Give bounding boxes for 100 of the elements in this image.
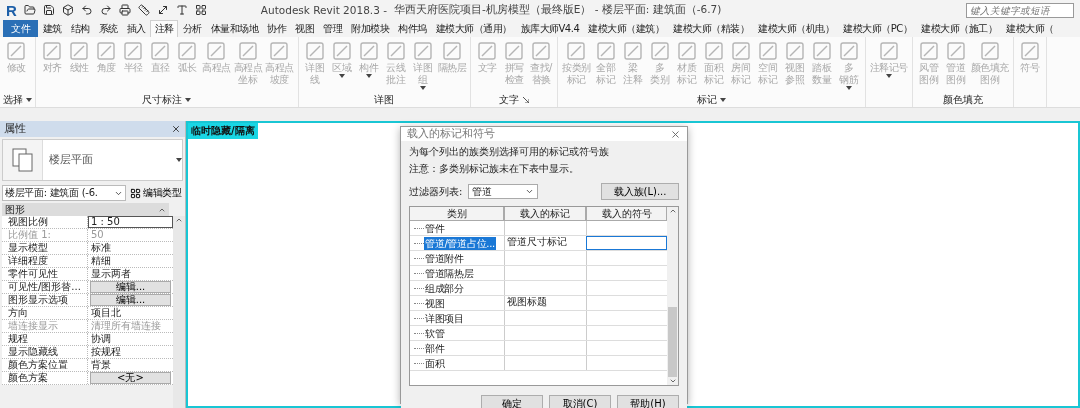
panel-title[interactable]: 尺寸标注 [142, 92, 192, 107]
scroll-up-icon[interactable] [668, 207, 677, 215]
edit-button[interactable]: 编辑... [90, 294, 171, 306]
tag-cell[interactable]: 视图标题 [504, 296, 586, 310]
tool-icon [176, 40, 198, 62]
save-icon[interactable] [42, 4, 55, 16]
text-icon[interactable] [175, 4, 188, 16]
tool-icon [149, 40, 171, 62]
undo-icon[interactable] [80, 4, 93, 16]
category-cell[interactable]: 视图 [424, 296, 446, 310]
property-value: 协调 [90, 333, 112, 345]
ribbon-tab[interactable]: 建模大师（精装） [668, 20, 754, 37]
symbol-input-field[interactable] [586, 236, 667, 250]
ribbon-tab[interactable]: 系统 [94, 20, 122, 37]
folder-icon[interactable] [23, 4, 36, 16]
filter-dropdown[interactable]: 管道 [468, 184, 539, 199]
edit-button[interactable]: 编辑... [90, 281, 171, 293]
edit-button[interactable]: <无> [90, 372, 171, 384]
scroll-up-icon[interactable] [175, 216, 183, 224]
search-field[interactable]: 键入关键字或短语 [966, 2, 1074, 18]
panel-title: 文字 [499, 92, 519, 107]
app-logo[interactable]: R [6, 1, 17, 19]
category-cell[interactable]: 管道/管道占位... [424, 236, 496, 250]
ribbon-tab[interactable]: 注释 [150, 20, 178, 37]
ribbon-tab[interactable]: 建模大师（ [1001, 20, 1059, 37]
ribbon-tab[interactable]: 视图 [290, 20, 319, 37]
tool-icon [384, 40, 407, 62]
property-name: 显示模型 [2, 242, 88, 254]
category-cell[interactable]: 管道附件 [424, 251, 465, 265]
ribbon-tab[interactable]: 管理 [318, 20, 347, 37]
dialog-button[interactable]: 取消(C) [549, 395, 611, 408]
tool-icon [122, 40, 144, 62]
type-selector[interactable]: 楼层平面 [2, 139, 183, 181]
ribbon-tab[interactable]: 协作 [262, 20, 291, 37]
property-name: 规程 [2, 333, 88, 345]
ribbon-tab[interactable]: 插入 [122, 20, 150, 37]
ribbon-tab[interactable]: 建模大师（通用） [431, 20, 516, 37]
redo-icon[interactable] [99, 4, 112, 16]
tool-icon [837, 40, 860, 62]
caret-icon [419, 86, 426, 90]
ribbon-tab[interactable]: 族库大师V4.4 [516, 20, 584, 37]
close-icon[interactable] [171, 124, 181, 134]
tool-icon [675, 40, 698, 62]
cube-icon[interactable] [61, 4, 74, 16]
scroll-down-icon[interactable] [668, 377, 677, 385]
grid-icon[interactable] [194, 4, 207, 16]
floor-plan-icon [11, 148, 34, 172]
ribbon-tab[interactable]: 体量和场地 [206, 20, 263, 37]
ribbon-tab[interactable]: 建筑 [38, 20, 66, 37]
section-header[interactable]: 图形 [2, 203, 169, 216]
filter-label: 过滤器列表: [409, 184, 463, 199]
ribbon-tab[interactable]: 结构 [66, 20, 94, 37]
ribbon-tab[interactable]: 建模大师（PC） [838, 20, 917, 37]
ribbon-tab[interactable]: 构件坞 [393, 20, 431, 37]
input-field[interactable]: 1 : 50 [88, 216, 173, 228]
category-cell[interactable]: 管件 [424, 221, 446, 235]
property-value: 按规程 [90, 346, 122, 358]
property-name: 可见性/图形替... [2, 281, 88, 293]
close-icon[interactable] [670, 128, 681, 140]
property-value: 50 [90, 229, 105, 241]
tool-icon [236, 40, 259, 62]
file-tab[interactable]: 文件 [3, 20, 38, 37]
column-header[interactable]: 类别 [410, 207, 504, 221]
category-cell[interactable]: 详图项目 [424, 311, 465, 325]
printer-icon[interactable] [118, 4, 131, 16]
category-cell[interactable]: 软管 [424, 326, 446, 340]
category-cell[interactable]: 组成部分 [424, 281, 465, 295]
ribbon-tab[interactable]: 建模大师（机电） [753, 20, 839, 37]
load-family-button[interactable]: 载入族(L)... [601, 183, 679, 200]
panel-title[interactable]: 标记 [696, 92, 726, 107]
scrollbar[interactable] [173, 216, 185, 408]
category-cell[interactable]: 管道隔热层 [424, 266, 475, 280]
tag-cell[interactable]: 管道尺寸标记 [504, 236, 586, 250]
dialog-button[interactable]: 确定 [481, 395, 543, 408]
ribbon-tab[interactable]: 建模大师（施工） [916, 20, 1002, 37]
panel-title[interactable]: 选择 [3, 92, 32, 107]
ribbon-tab[interactable]: 分析 [178, 20, 206, 37]
tool-icon [530, 40, 552, 62]
chevron-icon [525, 187, 535, 196]
property-value: 清理所有墙连接 [90, 320, 162, 332]
launcher-icon[interactable] [523, 96, 529, 103]
category-cell[interactable]: 面积 [424, 356, 446, 370]
ribbon-tab[interactable]: 建模大师（建筑） [583, 20, 669, 37]
ruler-icon[interactable] [137, 4, 150, 16]
category-cell[interactable]: 部件 [424, 341, 446, 355]
property-name: 图形显示选项 [2, 294, 88, 306]
isolate-label: 临时隐藏/隔离 [188, 123, 258, 139]
tool-icon [68, 40, 90, 62]
scrollbar[interactable] [667, 207, 678, 385]
dialog-button[interactable]: 帮助(H) [617, 395, 679, 408]
diagonal-arrow-icon[interactable] [156, 4, 169, 16]
instance-dropdown[interactable]: 楼层平面: 建筑面 (-6. [2, 185, 126, 201]
ribbon-tab[interactable]: 附加模块 [346, 20, 394, 37]
column-header[interactable]: 载入的符号 [586, 207, 667, 221]
column-header[interactable]: 载入的标记 [504, 207, 586, 221]
property-name: 方向 [2, 307, 88, 319]
edit-type-button[interactable]: 编辑类型 [130, 186, 182, 200]
tool-icon [594, 40, 617, 62]
caret-icon [185, 97, 192, 102]
tool-icon [729, 40, 752, 62]
